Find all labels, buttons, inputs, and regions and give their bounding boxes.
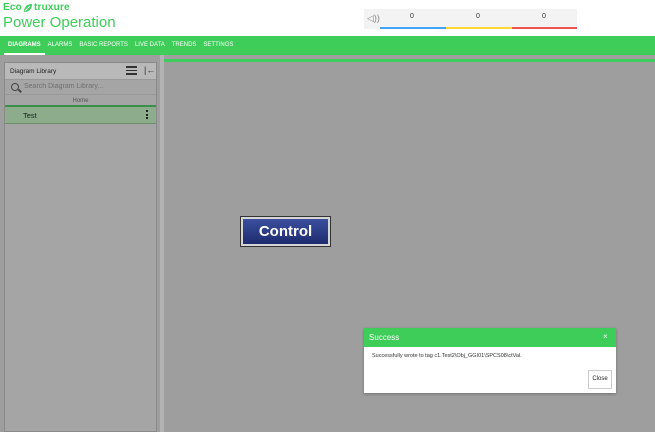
nav-trends[interactable]: TRENDS [172, 36, 197, 55]
ecostruxure-logo: Eco truxure [3, 2, 116, 13]
medium-indicator [446, 27, 512, 29]
close-button[interactable]: Close [588, 370, 612, 389]
toast-title: Success [369, 333, 400, 342]
toast-header: Success × [364, 328, 616, 347]
leaf-icon [23, 3, 32, 12]
alarm-count-medium[interactable]: 0 [476, 13, 480, 20]
library-header: Diagram Library |← [5, 63, 156, 80]
breadcrumb-home[interactable]: Home [5, 95, 156, 107]
nav-basic-reports[interactable]: BASIC REPORTS [79, 36, 128, 55]
menu-icon[interactable] [126, 66, 137, 75]
toast-message: Successfully wrote to tag c1.Test2\Obj_G… [372, 353, 522, 359]
panel-splitter[interactable] [160, 55, 164, 432]
control-button[interactable]: Control [240, 216, 331, 247]
alarm-count-low[interactable]: 0 [410, 13, 414, 20]
high-indicator [512, 27, 577, 29]
diagram-library-panel: Diagram Library |← Home Test [4, 62, 157, 432]
canvas-top-stripe [164, 59, 655, 62]
close-icon[interactable]: × [603, 332, 608, 341]
nav-live-data[interactable]: LIVE DATA [135, 36, 165, 55]
more-options-icon[interactable] [146, 110, 149, 121]
logo-prefix: Eco [3, 2, 22, 13]
speaker-icon[interactable]: ◁)) [367, 13, 380, 24]
search-input[interactable] [24, 83, 149, 90]
main-nav: DIAGRAMS ALARMS BASIC REPORTS LIVE DATA … [0, 36, 655, 55]
library-item-test[interactable]: Test [5, 107, 156, 124]
collapse-panel-icon[interactable]: |← [144, 65, 155, 75]
search-icon [11, 83, 19, 91]
low-indicator [380, 27, 446, 29]
library-search [5, 80, 156, 95]
nav-alarms[interactable]: ALARMS [48, 36, 73, 55]
brand: Eco truxure Power Operation [3, 2, 116, 31]
nav-diagrams[interactable]: DIAGRAMS [4, 36, 45, 55]
alarm-summary-bar[interactable]: ◁)) 0 0 0 [364, 9, 577, 29]
success-toast: Success × Successfully wrote to tag c1.T… [364, 328, 616, 393]
library-title: Diagram Library [10, 68, 57, 75]
logo-suffix: truxure [33, 2, 70, 13]
alarm-count-high[interactable]: 0 [542, 13, 546, 20]
nav-settings[interactable]: SETTINGS [203, 36, 233, 55]
header: Eco truxure Power Operation ◁)) 0 0 0 [0, 0, 655, 36]
library-item-label: Test [23, 111, 37, 120]
app-title: Power Operation [3, 14, 116, 31]
